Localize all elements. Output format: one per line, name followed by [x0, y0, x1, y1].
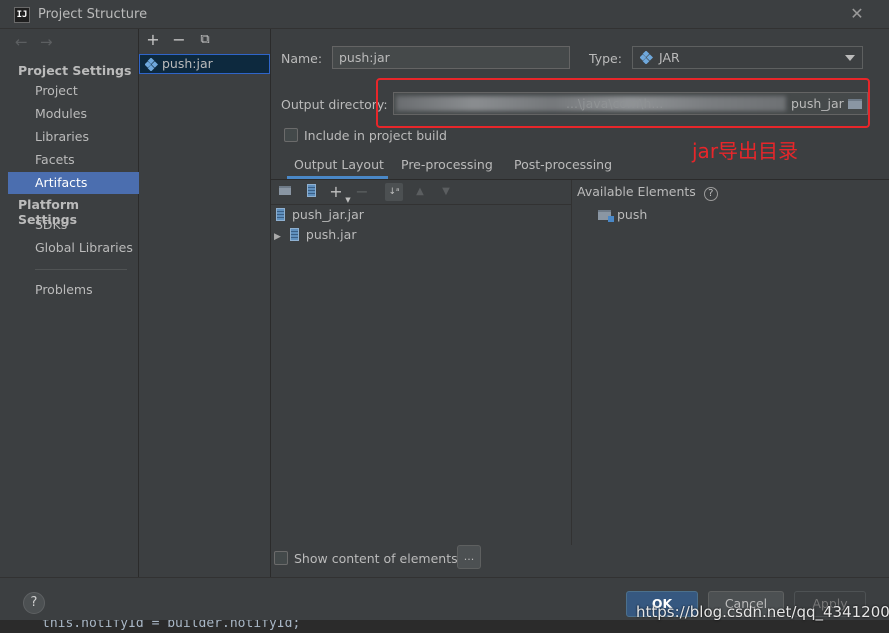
jar-artifact-icon: [145, 58, 158, 71]
sidebar-item-libraries[interactable]: Libraries: [8, 126, 139, 148]
type-select[interactable]: JAR: [632, 46, 863, 69]
annotation-text: jar导出目录: [692, 139, 799, 163]
type-label: Type:: [589, 51, 622, 66]
help-icon[interactable]: ?: [703, 187, 718, 201]
add-icon[interactable]: +: [144, 31, 162, 49]
settings-sidebar: ← → Project Settings Project Modules Lib…: [0, 29, 139, 577]
tree-child-row[interactable]: ▶ push.jar: [274, 225, 356, 245]
remove-element-icon[interactable]: −: [353, 183, 371, 201]
sidebar-item-problems[interactable]: Problems: [8, 279, 139, 301]
sidebar-item-artifacts[interactable]: Artifacts: [8, 172, 139, 194]
type-value: JAR: [659, 50, 680, 65]
ellipsis-button[interactable]: ...: [457, 545, 481, 569]
module-folder-icon: [598, 210, 614, 222]
watermark-text: https://blog.csdn.net/qq_43412005: [636, 603, 889, 621]
title-bar: IJ Project Structure ✕: [0, 0, 889, 29]
artifact-list-panel: + − ⧉ push:jar: [139, 29, 271, 577]
back-arrow-icon[interactable]: ←: [15, 33, 28, 51]
show-content-label: Show content of elements: [294, 551, 458, 566]
available-element-row[interactable]: push: [598, 205, 647, 225]
artifact-list-item[interactable]: push:jar: [139, 54, 270, 74]
name-label: Name:: [281, 51, 323, 66]
include-in-build-checkbox[interactable]: [284, 128, 298, 142]
background-code-line: this.notifyId = builder.notifyId;: [42, 620, 301, 631]
close-icon[interactable]: ✕: [849, 5, 865, 23]
sidebar-item-facets[interactable]: Facets: [8, 149, 139, 171]
output-directory-label: Output directory:: [281, 97, 388, 112]
sidebar-item-project[interactable]: Project: [8, 80, 139, 102]
layout-toolbar: + ▼ − ↓ᵃ ▲ ▼: [271, 180, 571, 205]
move-down-icon[interactable]: ▼: [437, 183, 455, 201]
output-layout-tree: push_jar.jar ▶ push.jar: [271, 205, 571, 545]
create-archive-icon[interactable]: [302, 183, 320, 201]
forward-arrow-icon[interactable]: →: [40, 33, 53, 51]
artifact-name: push:jar: [162, 56, 213, 71]
sidebar-item-modules[interactable]: Modules: [8, 103, 139, 125]
show-content-checkbox[interactable]: [274, 551, 288, 565]
sidebar-item-global-libraries[interactable]: Global Libraries: [8, 237, 139, 259]
available-elements-heading: Available Elements ?: [577, 184, 718, 201]
include-in-build-label: Include in project build: [304, 128, 447, 143]
sidebar-divider: [35, 269, 127, 270]
expand-arrow-icon[interactable]: ▶: [274, 232, 281, 242]
jar-type-icon: [640, 51, 653, 64]
sort-elements-icon[interactable]: ↓ᵃ: [385, 183, 403, 201]
sidebar-item-sdks[interactable]: SDKs: [8, 214, 139, 236]
tree-root-label: push_jar.jar: [292, 207, 364, 222]
layout-split-divider[interactable]: [571, 180, 572, 545]
name-field[interactable]: push:jar: [332, 46, 570, 69]
tree-child-label: push.jar: [305, 227, 357, 242]
tree-root-row[interactable]: push_jar.jar: [276, 205, 364, 225]
create-directory-icon[interactable]: [276, 183, 294, 201]
annotation-highlight-box: [376, 78, 870, 128]
background-editor-strip: this.notifyId = builder.notifyId;: [0, 620, 889, 633]
tab-pre-processing[interactable]: Pre-processing: [401, 157, 493, 179]
move-up-icon[interactable]: ▲: [411, 183, 429, 201]
jar-archive-icon: [289, 228, 299, 241]
remove-icon[interactable]: −: [170, 31, 188, 49]
chevron-down-icon: [845, 55, 855, 61]
help-button[interactable]: ?: [23, 592, 45, 614]
intellij-app-icon: IJ: [14, 7, 30, 23]
window-title: Project Structure: [38, 7, 148, 22]
tab-post-processing[interactable]: Post-processing: [514, 157, 612, 179]
copy-icon[interactable]: ⧉: [196, 31, 214, 49]
available-element-label: push: [617, 207, 648, 222]
project-settings-heading: Project Settings: [18, 63, 132, 78]
jar-archive-icon: [276, 208, 285, 221]
available-elements-label: Available Elements: [577, 184, 696, 199]
